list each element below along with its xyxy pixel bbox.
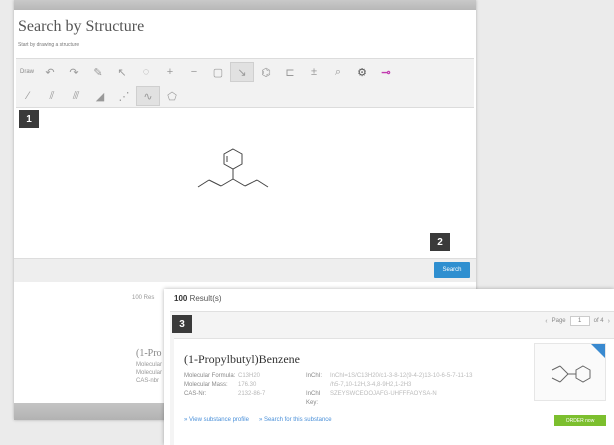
property-label: Molecular Formula:	[184, 373, 236, 379]
redo-icon[interactable]: ↷	[62, 62, 86, 82]
property-row: Molecular Formula: C13H20	[184, 372, 265, 381]
erase-icon[interactable]: ⊸	[374, 62, 398, 82]
identifier-row: InChI: InChI=1S/C13H20/c1-3-8-12(9-4-2)13…	[306, 372, 472, 381]
thumbnail-corner-marker	[591, 344, 605, 358]
lasso-icon[interactable]: ◌	[134, 62, 158, 82]
zoom-icon[interactable]: ⌕	[326, 62, 350, 82]
page-of-label: of 4	[593, 318, 604, 324]
background-result-line: Molecular	[136, 370, 163, 376]
toolbar-row-2: ⁄ ⫽ ⫻ ◢ ⋰ ∿ ⬠	[16, 84, 184, 108]
identifier-label	[306, 381, 330, 390]
identifier-row: /h5-7,10-12H,3-4,8-9H2,1-2H3	[306, 381, 472, 390]
minus-icon[interactable]: −	[182, 62, 206, 82]
substance-name[interactable]: (1-Propylbutyl)Benzene	[184, 352, 300, 367]
window-top-bar	[14, 0, 476, 10]
callout-badge-2: 2	[430, 233, 450, 251]
drawing-canvas[interactable]: 1 2	[16, 110, 474, 255]
wedge-bond-icon[interactable]: ◢	[88, 86, 112, 106]
background-result-line: Molecular	[136, 362, 163, 368]
background-result-line: CAS-nbr	[136, 378, 160, 384]
property-row: Molecular Mass: 176.30	[184, 381, 265, 390]
double-bond-icon[interactable]: ⫽	[40, 86, 64, 106]
draw-label-tool[interactable]: Draw	[16, 62, 38, 82]
page-label: Page	[551, 318, 566, 324]
next-page-button[interactable]: ›	[608, 318, 610, 325]
results-screenshot: 100 Result(s) 3 ‹ Page 1 of 4 › (1-Propy…	[164, 289, 614, 445]
property-label: CAS-Nr:	[184, 391, 207, 397]
identifier-value: SZEYSWCEOOJAFG-UHFFFAOYSA-N	[330, 391, 437, 397]
structure-thumbnail[interactable]	[534, 343, 606, 401]
search-substance-link[interactable]: » Search for this substance	[259, 417, 332, 423]
triple-bond-icon[interactable]: ⫻	[64, 86, 88, 106]
order-button[interactable]: ORDER now	[554, 415, 606, 426]
select-arrow-icon[interactable]: ↖	[110, 62, 134, 82]
copy-icon[interactable]: ▢	[206, 62, 230, 82]
substance-identifiers: InChI: InChI=1S/C13H20/c1-3-8-12(9-4-2)13…	[306, 372, 472, 408]
search-button[interactable]: Search	[434, 262, 470, 278]
draw-hint-text: Start by drawing a structure	[18, 42, 80, 48]
ring-fragment-icon[interactable]: ⬠	[160, 86, 184, 106]
results-count: 100 Result(s)	[174, 294, 222, 303]
identifier-row: InChI Key: SZEYSWCEOOJAFG-UHFFFAOYSA-N	[306, 390, 472, 408]
page-number-input[interactable]: 1	[569, 316, 590, 326]
chain-icon[interactable]: ∿	[136, 86, 160, 106]
settings-icon[interactable]: ⚙	[350, 62, 374, 82]
move-icon[interactable]: ↘	[230, 62, 254, 82]
search-bar: Search	[14, 258, 476, 282]
hash-bond-icon[interactable]: ⋰	[112, 86, 136, 106]
substance-properties: Molecular Formula: C13H20 Molecular Mass:…	[184, 372, 265, 399]
results-count-number: 100	[174, 294, 188, 303]
prev-page-button[interactable]: ‹	[545, 318, 547, 325]
drawing-toolbar: Draw ↶ ↷ ✎ ↖ ◌ + − ▢ ↘ ⌬ ⊏ ± ⌕ ⚙ ⊸ ⁄ ⫽ ⫻ ◢ ⋰ ∿ ⬠	[16, 58, 474, 108]
bracket-icon[interactable]: ⊏	[278, 62, 302, 82]
callout-badge-1: 1	[19, 110, 39, 128]
property-label: Molecular Mass:	[184, 382, 228, 388]
pencil-icon[interactable]: ✎	[86, 62, 110, 82]
charge-icon[interactable]: ±	[302, 62, 326, 82]
undo-icon[interactable]: ↶	[38, 62, 62, 82]
background-result-heading: (1-Pro	[136, 348, 162, 359]
molecule-drawing	[197, 148, 269, 188]
property-value: 176.30	[238, 382, 257, 388]
property-row: CAS-Nr: 2132-86-7	[184, 390, 265, 399]
view-profile-link[interactable]: » View substance profile	[184, 417, 249, 423]
identifier-label: InChI Key:	[306, 391, 321, 406]
template-icon[interactable]: ⌬	[254, 62, 278, 82]
single-bond-icon[interactable]: ⁄	[16, 86, 40, 106]
background-results-count: 100 Res	[132, 295, 155, 301]
result-links: » View substance profile » Search for th…	[184, 417, 332, 423]
toolbar-row-1: Draw ↶ ↷ ✎ ↖ ◌ + − ▢ ↘ ⌬ ⊏ ± ⌕ ⚙ ⊸	[16, 60, 398, 84]
results-panel: 3 ‹ Page 1 of 4 › (1-Propylbutyl)Benzene…	[170, 311, 614, 445]
property-value: C13H20	[238, 373, 261, 379]
callout-badge-3: 3	[172, 315, 192, 333]
result-item: (1-Propylbutyl)Benzene Molecular Formula…	[174, 338, 614, 445]
property-value: 2132-86-7	[238, 391, 266, 397]
identifier-label: InChI:	[306, 373, 323, 379]
identifier-value: InChI=1S/C13H20/c1-3-8-12(9-4-2)13-10-6-…	[330, 373, 473, 379]
results-count-suffix: Result(s)	[187, 294, 222, 303]
page-title: Search by Structure	[18, 18, 145, 35]
pagination: ‹ Page 1 of 4 ›	[545, 316, 610, 326]
identifier-value: /h5-7,10-12H,3-4,8-9H2,1-2H3	[330, 382, 412, 388]
plus-icon[interactable]: +	[158, 62, 182, 82]
